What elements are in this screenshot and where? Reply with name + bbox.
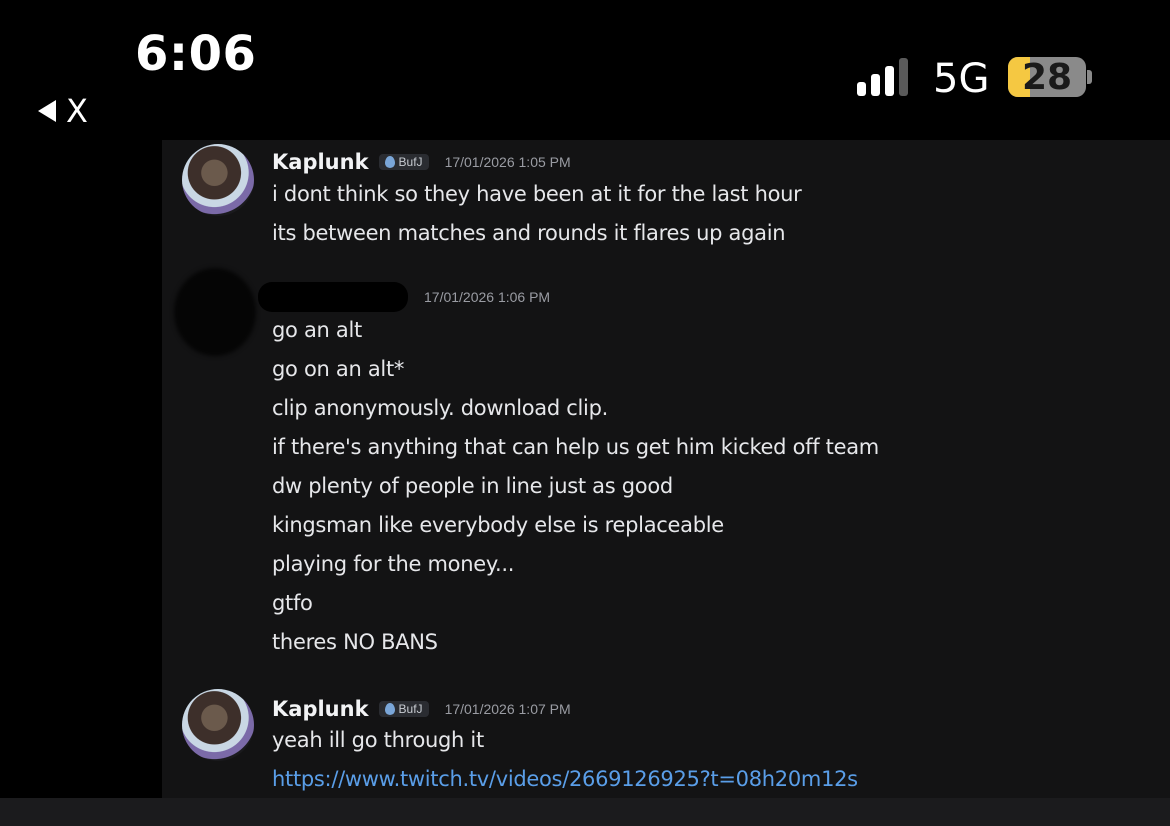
message-line: theres NO BANS [272, 630, 438, 654]
back-button[interactable]: X [38, 92, 88, 130]
message-line: kingsman like everybody else is replacea… [272, 513, 724, 537]
message-line: gtfo [272, 591, 313, 615]
water-drop-icon [384, 156, 395, 168]
signal-bar [871, 74, 880, 96]
username[interactable]: Kaplunk [272, 697, 369, 721]
message-header: 17/01/2026 1:06 PM [258, 282, 550, 312]
message-header: Kaplunk BufJ 17/01/2026 1:05 PM [272, 150, 571, 174]
signal-bar [857, 82, 866, 96]
timestamp: 17/01/2026 1:06 PM [424, 289, 551, 305]
twitch-video-link[interactable]: https://www.twitch.tv/videos/2669126925?… [272, 767, 858, 791]
battery-level: 28 [1021, 57, 1073, 97]
signal-bar [885, 66, 894, 96]
network-type: 5G [933, 56, 990, 102]
username[interactable]: Kaplunk [272, 150, 369, 174]
back-arrow-icon [38, 100, 56, 122]
message-header: Kaplunk BufJ 17/01/2026 1:07 PM [272, 697, 571, 721]
back-label: X [66, 92, 88, 130]
tag-label: BufJ [398, 155, 423, 169]
message-line: its between matches and rounds it flares… [272, 221, 786, 245]
message-line: if there's anything that can help us get… [272, 435, 879, 459]
signal-bar [899, 58, 908, 96]
message-line: i dont think so they have been at it for… [272, 182, 802, 206]
username-redacted[interactable] [258, 282, 408, 312]
message-line: playing for the money... [272, 552, 515, 576]
bottom-bar [0, 798, 1170, 826]
chat-panel: Kaplunk BufJ 17/01/2026 1:05 PM i dont t… [162, 140, 1170, 798]
status-time: 6:06 [135, 26, 257, 82]
water-drop-icon [384, 703, 395, 715]
message-line: dw plenty of people in line just as good [272, 474, 673, 498]
battery-icon: 28 [1008, 57, 1086, 97]
message-line: go on an alt* [272, 357, 405, 381]
server-tag: BufJ [378, 154, 429, 170]
tag-label: BufJ [398, 702, 423, 716]
timestamp: 17/01/2026 1:07 PM [444, 701, 571, 717]
cellular-signal-icon [857, 58, 908, 96]
message-line: yeah ill go through it [272, 728, 484, 752]
battery-cap [1087, 70, 1092, 84]
message-line: clip anonymously. download clip. [272, 396, 608, 420]
server-tag: BufJ [378, 701, 429, 717]
message-line: go an alt [272, 318, 362, 342]
timestamp: 17/01/2026 1:05 PM [444, 154, 571, 170]
avatar-redacted[interactable] [174, 268, 256, 356]
avatar[interactable] [182, 689, 254, 761]
avatar[interactable] [182, 144, 254, 216]
